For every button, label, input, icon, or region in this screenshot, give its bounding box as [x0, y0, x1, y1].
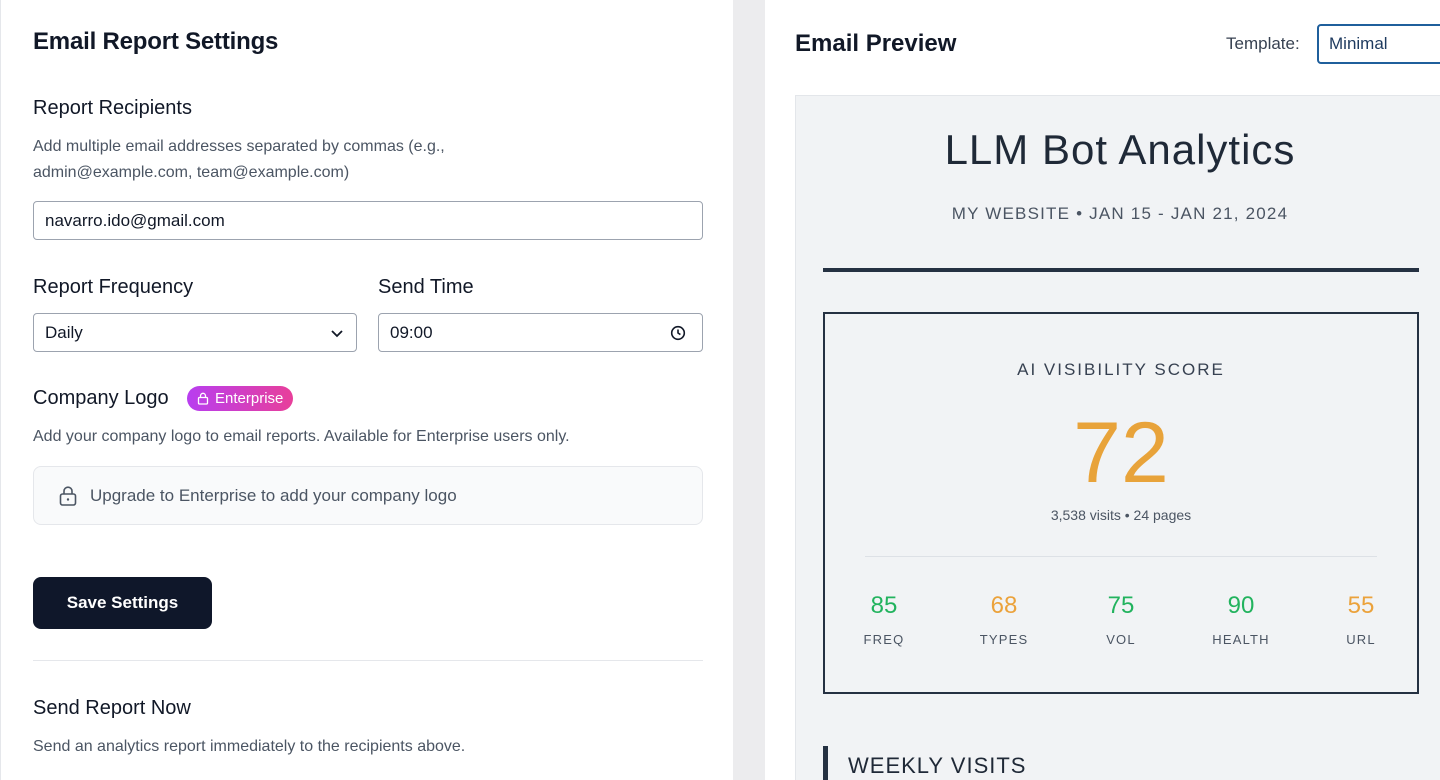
metric-url: 55 URL [1311, 592, 1411, 647]
upgrade-logo-box[interactable]: Upgrade to Enterprise to add your compan… [33, 466, 703, 525]
send-time-label: Send Time [378, 276, 474, 298]
metric-label: URL [1346, 632, 1376, 647]
template-label: Template: [1226, 34, 1300, 53]
email-preview-card: LLM Bot Analytics MY WEBSITE • JAN 15 - … [795, 95, 1440, 780]
company-logo-help: Add your company logo to email reports. … [33, 428, 570, 445]
email-brand-title: LLM Bot Analytics [944, 126, 1296, 173]
metric-value: 55 [1347, 592, 1375, 619]
score-subtext: 3,538 visits • 24 pages [1050, 507, 1192, 523]
header-rule [823, 268, 1419, 272]
lock-icon [59, 485, 77, 506]
metric-label: TYPES [979, 632, 1029, 647]
metric-value: 75 [1107, 592, 1135, 619]
send-now-title: Send Report Now [33, 697, 191, 719]
preview-title: Email Preview [795, 30, 957, 57]
metric-value: 68 [990, 592, 1018, 619]
metric-value: 85 [870, 592, 898, 619]
upgrade-logo-text: Upgrade to Enterprise to add your compan… [90, 485, 457, 505]
email-settings-panel: Email Report Settings Report Recipients … [0, 0, 733, 780]
clock-icon[interactable] [670, 325, 686, 341]
email-site-line: MY WEBSITE • JAN 15 - JAN 21, 2024 [951, 204, 1289, 223]
metric-freq: 85 FREQ [834, 592, 934, 647]
recipients-label: Report Recipients [33, 97, 192, 119]
settings-title: Email Report Settings [33, 28, 279, 55]
recipients-input-value: navarro.ido@gmail.com [45, 210, 225, 230]
send-time-value: 09:00 [390, 322, 433, 342]
metric-types: 68 TYPES [954, 592, 1054, 647]
recipients-help: Add multiple email addresses separated b… [33, 134, 445, 186]
frequency-label: Report Frequency [33, 276, 194, 298]
template-select-value: Minimal [1329, 34, 1388, 53]
metric-label: FREQ [863, 632, 905, 647]
recipients-input[interactable]: navarro.ido@gmail.com [33, 201, 703, 240]
enterprise-badge: Enterprise [187, 386, 294, 411]
save-settings-button[interactable]: Save Settings [33, 577, 212, 629]
frequency-select-value: Daily [45, 322, 83, 342]
metric-label: VOL [1106, 632, 1136, 647]
lock-icon [197, 392, 209, 405]
send-now-help: Send an analytics report immediately to … [33, 738, 466, 755]
score-rule [865, 556, 1377, 557]
score-value: 72 [1073, 405, 1169, 501]
frequency-select[interactable]: Daily [33, 313, 357, 352]
metric-value: 90 [1227, 592, 1255, 619]
template-select[interactable]: Minimal [1317, 24, 1440, 64]
section-divider [33, 660, 703, 661]
enterprise-badge-label: Enterprise [215, 390, 284, 407]
visibility-score-box: AI VISIBILITY SCORE 72 3,538 visits • 24… [823, 312, 1419, 694]
email-preview-panel: Email Preview Template: Minimal LLM Bot … [765, 0, 1440, 780]
weekly-visits-heading: WEEKLY VISITS [823, 746, 1026, 780]
metric-health: 90 HEALTH [1191, 592, 1291, 647]
recipients-help-line-2: admin@example.com, team@example.com) [33, 164, 350, 181]
metric-label: HEALTH [1212, 632, 1270, 647]
metric-vol: 75 VOL [1071, 592, 1171, 647]
recipients-help-line-1: Add multiple email addresses separated b… [33, 138, 445, 155]
score-label: AI VISIBILITY SCORE [1017, 360, 1225, 379]
send-time-input[interactable]: 09:00 [378, 313, 703, 352]
company-logo-label: Company Logo [33, 387, 169, 409]
chevron-down-icon [331, 330, 343, 338]
